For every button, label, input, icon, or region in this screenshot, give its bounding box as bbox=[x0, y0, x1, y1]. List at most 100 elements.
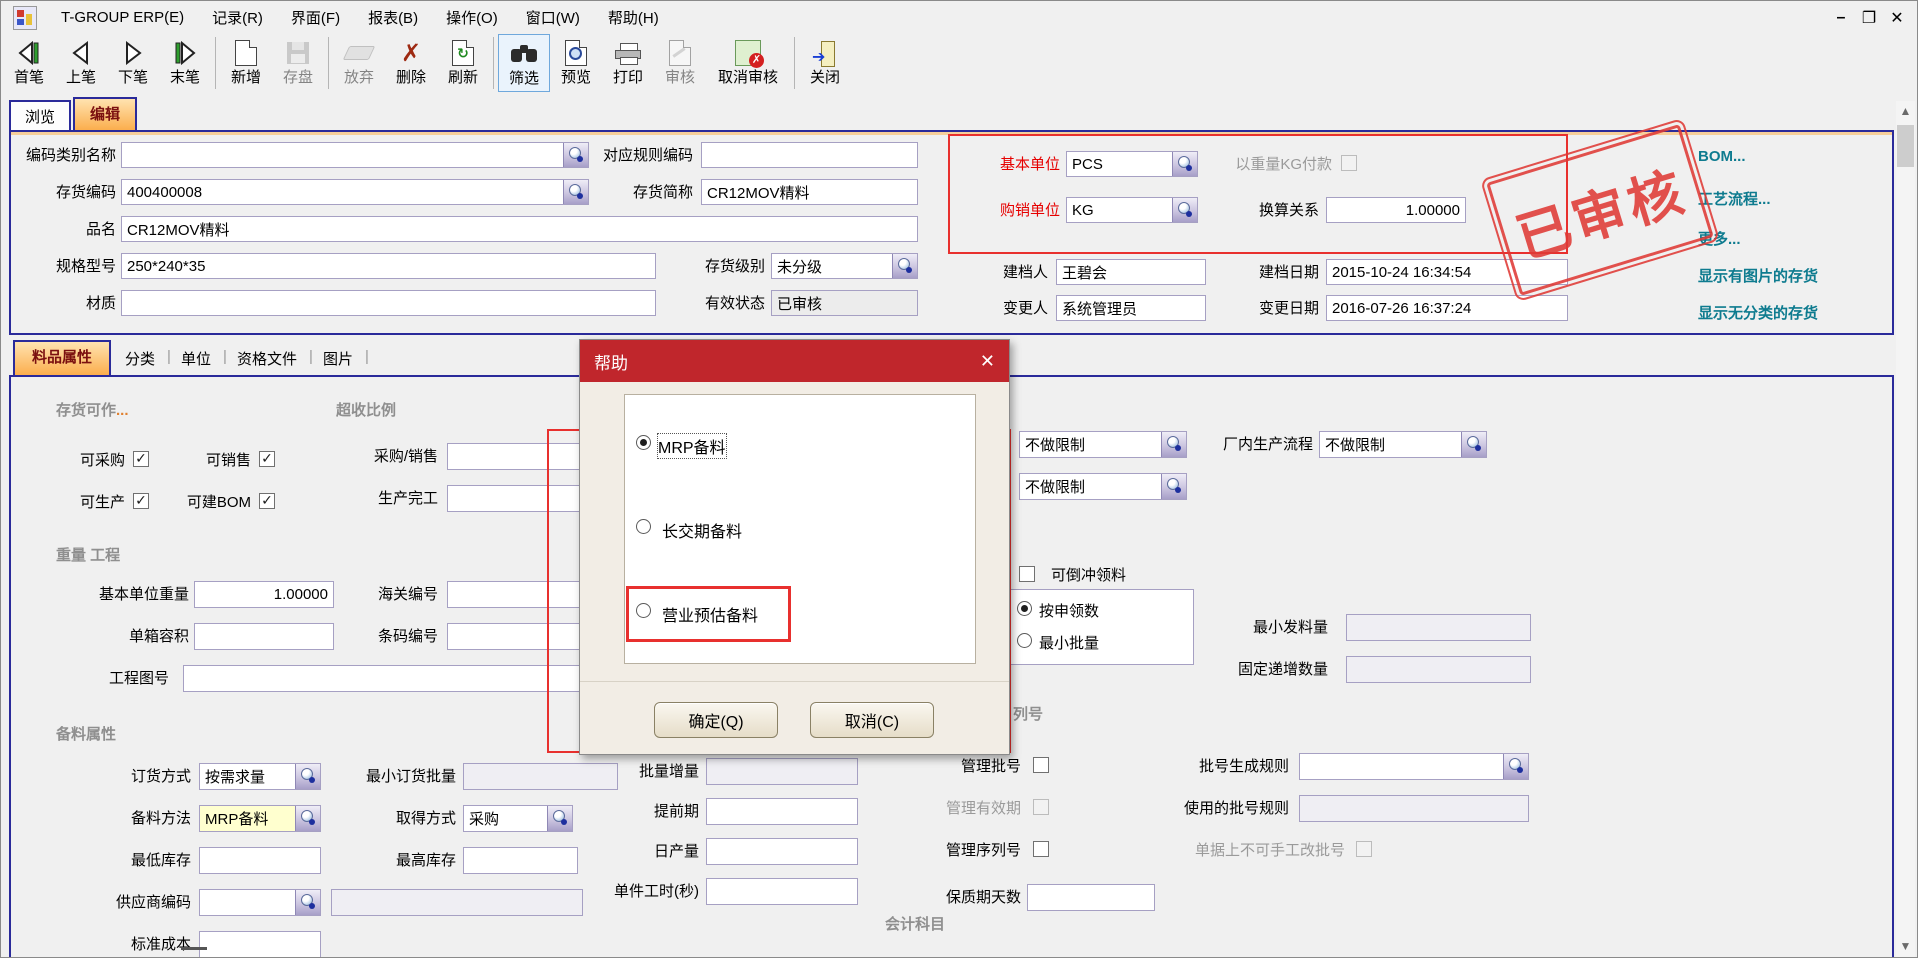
std-cost-field[interactable] bbox=[199, 931, 321, 958]
window-minimize-button[interactable]: – bbox=[1827, 9, 1855, 27]
manage-serial-checkbox[interactable] bbox=[1033, 841, 1049, 857]
scroll-up-icon[interactable]: ▲ bbox=[1896, 101, 1915, 122]
producible-checkbox[interactable] bbox=[133, 493, 149, 509]
purchasable-checkbox[interactable] bbox=[133, 451, 149, 467]
no-manual-batch-checkbox[interactable] bbox=[1356, 841, 1372, 857]
dialog-radio-mrp[interactable] bbox=[636, 435, 651, 450]
window-restore-button[interactable]: ❐ bbox=[1855, 8, 1883, 28]
toolbar-prev-button[interactable]: 上笔 bbox=[55, 34, 107, 92]
toolbar-close-button[interactable]: ➔ 关闭 bbox=[799, 34, 851, 92]
acquire-mode-dropdown[interactable]: 采购 bbox=[463, 805, 573, 832]
show-with-image-link[interactable]: 显示有图片的存货 bbox=[1698, 265, 1818, 286]
manage-batch-checkbox[interactable] bbox=[1033, 757, 1049, 773]
material-field[interactable] bbox=[121, 290, 656, 316]
spec-field[interactable]: 250*240*35 bbox=[121, 253, 656, 279]
subtab-classification[interactable]: 分类 bbox=[125, 348, 155, 369]
batch-rule-dropdown[interactable] bbox=[1299, 753, 1529, 780]
dialog-ok-button[interactable]: 确定(Q) bbox=[654, 702, 778, 738]
menu-item-help[interactable]: 帮助(H) bbox=[594, 3, 673, 32]
issue-mode-radio-by-request[interactable] bbox=[1017, 601, 1032, 616]
item-abbr-field[interactable]: CR12MOV精料 bbox=[701, 179, 918, 205]
toolbar-cancel-audit-button[interactable]: ✗ 取消审核 bbox=[706, 34, 790, 92]
lookup-icon[interactable] bbox=[1503, 754, 1528, 779]
tab-edit[interactable]: 编辑 bbox=[73, 97, 137, 130]
limit-dropdown-2[interactable]: 不做限制 bbox=[1019, 473, 1187, 500]
menu-item-interface[interactable]: 界面(F) bbox=[277, 3, 354, 32]
dialog-close-icon[interactable]: ✕ bbox=[980, 351, 995, 372]
item-name-field[interactable]: CR12MOV精料 bbox=[121, 216, 918, 242]
subtab-item-attributes[interactable]: 料品属性 bbox=[13, 340, 111, 375]
factory-flow-dropdown[interactable]: 不做限制 bbox=[1319, 431, 1487, 458]
vertical-scrollbar[interactable]: ▲ ▼ bbox=[1896, 101, 1915, 957]
show-unclassified-link[interactable]: 显示无分类的存货 bbox=[1698, 302, 1818, 323]
rule-code-field[interactable] bbox=[701, 142, 918, 168]
toolbar-filter-button[interactable]: 筛选 bbox=[498, 34, 550, 92]
base-unit-weight-field[interactable]: 1.00000 bbox=[194, 581, 334, 608]
lookup-icon[interactable] bbox=[1461, 432, 1486, 457]
supplier-code-dropdown[interactable] bbox=[199, 889, 321, 916]
subtab-qualification-file[interactable]: 资格文件 bbox=[237, 348, 297, 369]
menu-item-window[interactable]: 窗口(W) bbox=[512, 3, 594, 32]
lookup-icon[interactable] bbox=[295, 806, 320, 831]
toolbar-discard-button[interactable]: 放弃 bbox=[333, 34, 385, 92]
box-volume-field[interactable] bbox=[194, 623, 334, 650]
menu-item-tgroup-erp[interactable]: T-GROUP ERP(E) bbox=[47, 5, 198, 30]
prep-method-dropdown[interactable]: MRP备料 bbox=[199, 805, 321, 832]
toolbar-refresh-button[interactable]: ↻ 刷新 bbox=[437, 34, 489, 92]
lookup-icon[interactable] bbox=[295, 890, 320, 915]
item-code-field[interactable]: 400400008 bbox=[121, 179, 589, 205]
lookup-icon[interactable] bbox=[295, 764, 320, 789]
scrollbar-thumb[interactable] bbox=[1897, 125, 1914, 167]
toolbar-print-button[interactable]: 打印 bbox=[602, 34, 654, 92]
fixed-increment-field[interactable] bbox=[1346, 656, 1531, 683]
dialog-radio-long-lead-label[interactable]: 长交期备料 bbox=[662, 518, 742, 542]
subtab-unit[interactable]: 单位 bbox=[181, 348, 211, 369]
dialog-cancel-button[interactable]: 取消(C) bbox=[810, 702, 934, 738]
lead-time-field[interactable] bbox=[706, 798, 858, 825]
shelf-life-days-field[interactable] bbox=[1027, 884, 1155, 911]
toolbar-new-button[interactable]: 新增 bbox=[220, 34, 272, 92]
bom-allowed-checkbox[interactable] bbox=[259, 493, 275, 509]
daily-output-field[interactable] bbox=[706, 838, 858, 865]
issue-mode-radio-min-batch[interactable] bbox=[1017, 633, 1032, 648]
menu-item-report[interactable]: 报表(B) bbox=[354, 3, 432, 32]
backflush-checkbox[interactable] bbox=[1019, 566, 1035, 582]
max-stock-field[interactable] bbox=[463, 847, 578, 874]
lookup-icon[interactable] bbox=[892, 254, 917, 278]
lookup-icon[interactable] bbox=[547, 806, 572, 831]
unit-work-time-field[interactable] bbox=[706, 878, 858, 905]
toolbar-first-button[interactable]: 首笔 bbox=[3, 34, 55, 92]
manage-validity-checkbox[interactable] bbox=[1033, 799, 1049, 815]
menu-item-operation[interactable]: 操作(O) bbox=[432, 3, 512, 32]
menu-item-record[interactable]: 记录(R) bbox=[198, 3, 277, 32]
help-dialog-titlebar[interactable]: 帮助 ✕ bbox=[580, 340, 1009, 382]
coding-class-field[interactable] bbox=[121, 142, 589, 168]
limit-dropdown-1[interactable]: 不做限制 bbox=[1019, 431, 1187, 458]
order-mode-dropdown[interactable]: 按需求量 bbox=[199, 763, 321, 790]
toolbar-preview-button[interactable]: 预览 bbox=[550, 34, 602, 92]
process-flow-link[interactable]: 工艺流程... bbox=[1698, 188, 1771, 209]
min-stock-field[interactable] bbox=[199, 847, 321, 874]
scroll-down-icon[interactable]: ▼ bbox=[1896, 936, 1915, 957]
toolbar-next-button[interactable]: 下笔 bbox=[107, 34, 159, 92]
item-level-field[interactable]: 未分级 bbox=[771, 253, 918, 279]
min-order-batch-field[interactable] bbox=[463, 763, 618, 790]
toolbar-delete-button[interactable]: ✗ 删除 bbox=[385, 34, 437, 92]
toolbar-audit-button[interactable]: 审核 bbox=[654, 34, 706, 92]
dialog-radio-sales-forecast[interactable] bbox=[636, 603, 651, 618]
tab-browse[interactable]: 浏览 bbox=[9, 100, 71, 130]
min-issue-qty-field[interactable] bbox=[1346, 614, 1531, 641]
toolbar-save-button[interactable]: 存盘 bbox=[272, 34, 324, 92]
bom-link[interactable]: BOM... bbox=[1698, 148, 1746, 165]
batch-increment-field[interactable] bbox=[706, 758, 858, 785]
toolbar-last-button[interactable]: 末笔 bbox=[159, 34, 211, 92]
lookup-icon[interactable] bbox=[563, 180, 588, 204]
lookup-icon[interactable] bbox=[1161, 474, 1186, 499]
dialog-radio-sales-forecast-label[interactable]: 营业预估备料 bbox=[662, 602, 758, 626]
dialog-radio-mrp-label[interactable]: MRP备料 bbox=[658, 434, 726, 458]
lookup-icon[interactable] bbox=[1161, 432, 1186, 457]
sellable-checkbox[interactable] bbox=[259, 451, 275, 467]
window-close-button[interactable]: ✕ bbox=[1883, 8, 1911, 28]
dialog-radio-long-lead[interactable] bbox=[636, 519, 651, 534]
subtab-image[interactable]: 图片 bbox=[323, 348, 353, 369]
